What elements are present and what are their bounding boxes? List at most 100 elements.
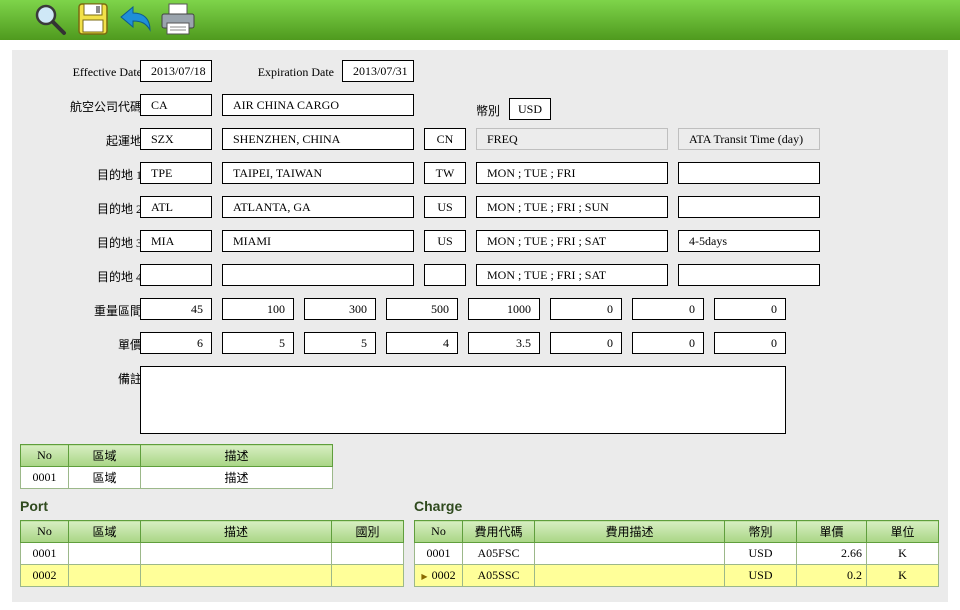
destination-freq-field[interactable]: MON ; TUE ; FRI ; SAT [476,230,668,252]
price-field[interactable]: 0 [714,332,786,354]
origin-name-field[interactable]: SHENZHEN, CHINA [222,128,414,150]
airline-code-field[interactable]: CA [140,94,212,116]
destination-name-field[interactable]: TAIPEI, TAIWAN [222,162,414,184]
table-cell: 0.2 [796,564,867,587]
port-title: Port [20,498,48,514]
destination-country-field[interactable]: US [424,196,466,218]
column-header[interactable]: 費用代碼 [462,520,535,543]
column-header[interactable]: 費用描述 [534,520,725,543]
effective-date-field[interactable]: 2013/07/18 [140,60,212,82]
table-row[interactable]: 0001 [20,542,404,565]
column-header[interactable]: 描述 [140,444,333,467]
weight-field[interactable]: 0 [632,298,704,320]
destination-country-field[interactable]: TW [424,162,466,184]
destination-name-field[interactable]: ATLANTA, GA [222,196,414,218]
price-field[interactable]: 0 [550,332,622,354]
column-header[interactable]: 區域 [68,444,141,467]
destination-code-field[interactable]: MIA [140,230,212,252]
table-cell: USD [724,542,797,565]
price-label: 單價 [117,338,142,352]
airline-name-field[interactable]: AIR CHINA CARGO [222,94,414,116]
region-table: No 區域 描述 0001 區域 描述 [20,444,333,489]
back-arrow-icon[interactable] [118,2,154,36]
destination-transit-field[interactable]: 4-5days [678,230,820,252]
weight-field[interactable]: 0 [714,298,786,320]
table-cell: A05FSC [462,542,535,565]
search-icon[interactable] [32,2,68,36]
origin-country-field[interactable]: CN [424,128,466,150]
price-field[interactable]: 5 [222,332,294,354]
destination-country-field[interactable] [424,264,466,286]
weight-field[interactable]: 0 [550,298,622,320]
expiration-date-label: Expiration Date [257,65,334,79]
column-header[interactable]: 單位 [866,520,939,543]
destination-code-field[interactable]: ATL [140,196,212,218]
origin-label: 起運地 [105,134,142,148]
column-header[interactable]: 描述 [140,520,332,543]
charge-title: Charge [414,498,463,514]
row-number: 0002 [431,568,456,582]
weight-field[interactable]: 1000 [468,298,540,320]
column-header[interactable]: No [414,520,463,543]
table-cell: USD [724,564,797,587]
price-field[interactable]: 4 [386,332,458,354]
weight-field[interactable]: 45 [140,298,212,320]
weight-label: 重量區間 [93,304,142,318]
destination-transit-field[interactable] [678,196,820,218]
table-cell: 區域 [68,466,141,489]
table-row[interactable]: 0002 [20,564,404,587]
destination-freq-field[interactable]: MON ; TUE ; FRI [476,162,668,184]
table-cell [68,542,141,565]
destination-country-field[interactable]: US [424,230,466,252]
expiration-date-field[interactable]: 2013/07/31 [342,60,414,82]
destination-code-field[interactable]: TPE [140,162,212,184]
table-cell: 0001 [20,466,69,489]
destination-transit-field[interactable] [678,162,820,184]
weight-field[interactable]: 100 [222,298,294,320]
origin-code-field[interactable]: SZX [140,128,212,150]
column-header[interactable]: 國別 [331,520,404,543]
table-cell: 0001 [414,542,463,565]
row-selector-icon: ▶ [421,572,428,581]
price-field[interactable]: 5 [304,332,376,354]
destination-name-field[interactable]: MIAMI [222,230,414,252]
table-cell: 0002 [20,564,69,587]
table-cell [140,564,332,587]
freq-header: FREQ [476,128,668,150]
table-cell [68,564,141,587]
table-row[interactable]: 0001 區域 描述 [20,466,333,489]
column-header[interactable]: No [20,444,69,467]
column-header[interactable]: 單價 [796,520,867,543]
destination-label: 目的地 2 [96,202,142,216]
currency-field[interactable]: USD [509,98,551,120]
destination-freq-field[interactable]: MON ; TUE ; FRI ; SUN [476,196,668,218]
remark-textarea[interactable] [140,366,786,434]
effective-date-label: Effective Date [72,65,142,79]
table-cell: A05SSC [462,564,535,587]
destination-code-field[interactable] [140,264,212,286]
table-row[interactable]: 0001 A05FSC USD 2.66 K [414,542,939,565]
table-cell [331,564,404,587]
price-field[interactable]: 6 [140,332,212,354]
destination-transit-field[interactable] [678,264,820,286]
price-field[interactable]: 0 [632,332,704,354]
table-row[interactable]: ▶ 0002 A05SSC USD 0.2 K [414,564,939,587]
save-icon[interactable] [76,2,112,36]
weight-field[interactable]: 300 [304,298,376,320]
port-table: No 區域 描述 國別 0001 0002 [20,520,404,587]
charge-table: No 費用代碼 費用描述 幣別 單價 單位 0001 A05FSC USD 2.66 K ▶ 0002… [414,520,939,587]
destination-name-field[interactable] [222,264,414,286]
table-cell: ▶ 0002 [414,564,463,587]
remark-label: 備註 [117,372,142,386]
price-field[interactable]: 3.5 [468,332,540,354]
weight-field[interactable]: 500 [386,298,458,320]
column-header[interactable]: No [20,520,69,543]
toolbar [0,0,960,40]
printer-icon[interactable] [160,2,196,36]
destination-freq-field[interactable]: MON ; TUE ; FRI ; SAT [476,264,668,286]
table-cell: 2.66 [796,542,867,565]
column-header[interactable]: 區域 [68,520,141,543]
table-cell [331,542,404,565]
table-cell [140,542,332,565]
column-header[interactable]: 幣別 [724,520,797,543]
